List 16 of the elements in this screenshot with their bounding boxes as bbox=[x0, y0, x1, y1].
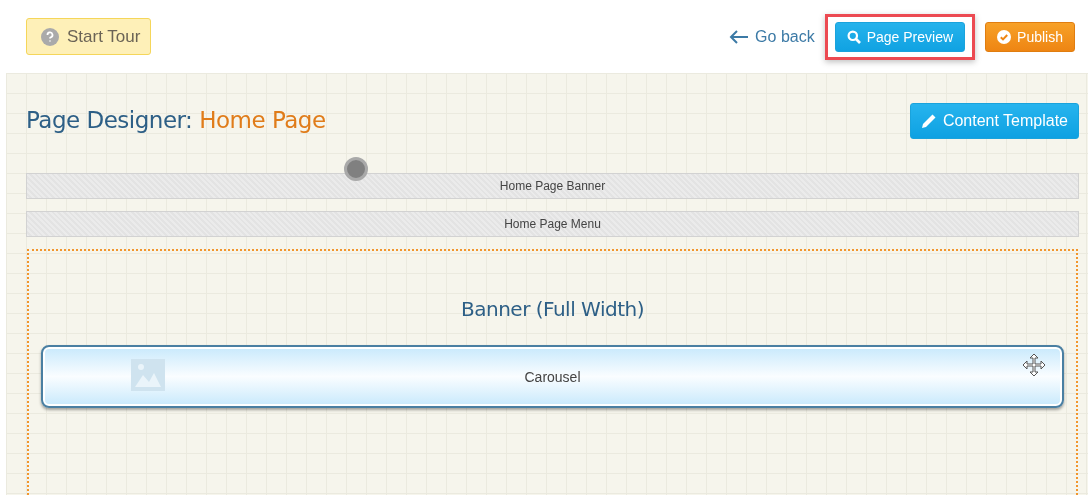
go-back-link[interactable]: Go back bbox=[729, 27, 815, 46]
section-bar[interactable]: Home Page Menu bbox=[26, 211, 1079, 237]
left-arrow-icon bbox=[729, 29, 750, 44]
image-icon bbox=[131, 359, 165, 391]
help-icon bbox=[41, 27, 59, 46]
check-circle-icon bbox=[997, 29, 1012, 44]
section-bar[interactable]: Home Page Banner bbox=[26, 173, 1079, 199]
content-template-button[interactable]: Content Template bbox=[909, 103, 1079, 139]
page-title: Page Designer: Home Page bbox=[26, 107, 326, 133]
zone-title: Banner (Full Width) bbox=[460, 297, 645, 321]
carousel-widget[interactable]: Carousel bbox=[41, 345, 1064, 408]
pencil-icon bbox=[920, 113, 937, 129]
start-tour-button[interactable]: Start Tour bbox=[26, 18, 152, 55]
page-preview-button[interactable]: Page Preview bbox=[834, 21, 966, 52]
search-icon bbox=[846, 29, 861, 44]
move-icon bbox=[1022, 353, 1046, 377]
